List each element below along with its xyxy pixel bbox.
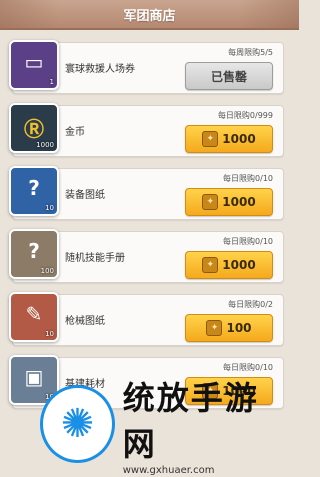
shop-header: 军团商店 <box>0 0 299 30</box>
item-quantity: 1000 <box>36 141 54 149</box>
shop-row: ▭ 1 寰球救援人场券 每周限购5/5 已售罄 <box>9 40 284 94</box>
legion-coin-icon: ✦ <box>206 320 223 336</box>
watermark-overlay: ✺ 统放手游网 www.gxhuaer.com <box>40 379 285 476</box>
button-label: 已售罄 <box>210 69 247 84</box>
item-name: 枪械图纸 <box>65 316 105 327</box>
blueprint-icon[interactable]: ? 10 <box>9 166 59 216</box>
watermark-url: www.gxhuaer.com <box>122 464 215 476</box>
legion-coin-icon: ✦ <box>202 131 219 147</box>
item-name: 随机技能手册 <box>65 253 125 264</box>
item-name: 寰球救援人场券 <box>65 64 135 75</box>
sold-out-button[interactable]: 已售罄 <box>185 62 273 90</box>
skill-book-icon[interactable]: ? 100 <box>9 229 59 279</box>
buy-button[interactable]: ✦ 1000 <box>185 125 273 153</box>
item-quantity: 100 <box>40 267 54 275</box>
shop-row: ? 100 随机技能手册 每日限购0/10 ✦ 1000 <box>9 229 284 283</box>
price-label: 100 <box>226 321 252 335</box>
legion-coin-icon: ✦ <box>202 194 219 210</box>
item-quantity: 10 <box>45 204 54 212</box>
octopus-logo-icon: ✺ <box>40 385 115 463</box>
price-label: 1000 <box>222 258 256 272</box>
item-quantity: 1 <box>49 78 54 86</box>
buy-button[interactable]: ✦ 1000 <box>185 188 273 216</box>
buy-button[interactable]: ✦ 100 <box>185 314 273 342</box>
purchase-limit: 每日限购0/10 <box>223 237 273 246</box>
item-quantity: 10 <box>45 330 54 338</box>
purchase-limit: 每周限购5/5 <box>228 48 273 57</box>
ticket-icon[interactable]: ▭ 1 <box>9 40 59 90</box>
legion-coin-icon: ✦ <box>202 257 219 273</box>
shop-title: 军团商店 <box>123 9 176 24</box>
shop-row: Ⓡ 1000 金币 每日限购0/999 ✦ 1000 <box>9 103 284 157</box>
purchase-limit: 每日限购0/10 <box>223 363 273 372</box>
shop-row: ✎ 10 枪械图纸 每日限购0/2 ✦ 100 <box>9 292 284 346</box>
purchase-limit: 每日限购0/10 <box>223 174 273 183</box>
purchase-limit: 每日限购0/999 <box>217 111 273 120</box>
shop-row: ? 10 装备图纸 每日限购0/10 ✦ 1000 <box>9 166 284 220</box>
purchase-limit: 每日限购0/2 <box>228 300 273 309</box>
watermark-title: 统放手游网 <box>122 378 259 463</box>
item-name: 金币 <box>65 127 85 138</box>
item-name: 装备图纸 <box>65 190 105 201</box>
gold-coin-icon[interactable]: Ⓡ 1000 <box>9 103 59 153</box>
gun-blueprint-icon[interactable]: ✎ 10 <box>9 292 59 342</box>
buy-button[interactable]: ✦ 1000 <box>185 251 273 279</box>
price-label: 1000 <box>222 132 256 146</box>
price-label: 1000 <box>222 195 256 209</box>
